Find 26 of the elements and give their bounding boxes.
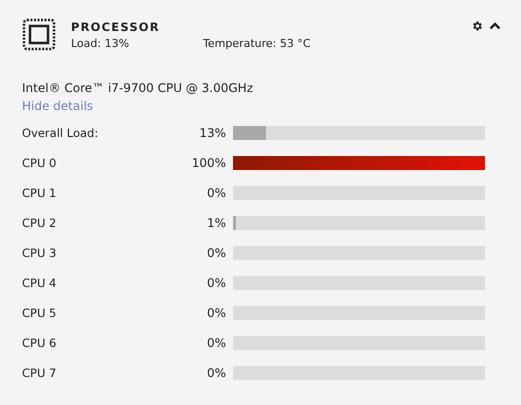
row-label: CPU 1 <box>22 186 58 200</box>
row-label: CPU 3 <box>22 246 58 260</box>
load-percentage: 0% <box>206 276 226 290</box>
row-label: Overall Load: <box>22 126 100 140</box>
temperature-text: Temperature: 53 °C <box>203 37 311 50</box>
row-label: CPU 4 <box>22 276 58 290</box>
collapse-button[interactable] <box>489 21 501 31</box>
processor-icon <box>22 18 56 51</box>
load-percentage: 13% <box>198 126 226 140</box>
row-label: CPU 0 <box>22 156 58 170</box>
load-percentage: 0% <box>206 246 226 260</box>
load-percentage: 0% <box>206 306 226 320</box>
row-label: CPU 5 <box>22 306 58 320</box>
panel-title: PROCESSOR <box>71 20 161 34</box>
load-percentage: 0% <box>206 336 226 350</box>
hide-details-link[interactable]: Hide details <box>22 99 94 113</box>
row-label: CPU 7 <box>22 366 58 380</box>
load-text: Load: 13% <box>71 37 130 50</box>
load-percentage: 1% <box>206 216 226 230</box>
load-percentage: 0% <box>206 366 226 380</box>
row-label: CPU 6 <box>22 336 58 350</box>
cpu-name: Intel® Core™ i7-9700 CPU @ 3.00GHz <box>22 81 254 95</box>
settings-button[interactable] <box>471 20 483 32</box>
load-percentage: 0% <box>206 186 226 200</box>
load-percentage: 100% <box>190 156 226 170</box>
row-label: CPU 2 <box>22 216 58 230</box>
